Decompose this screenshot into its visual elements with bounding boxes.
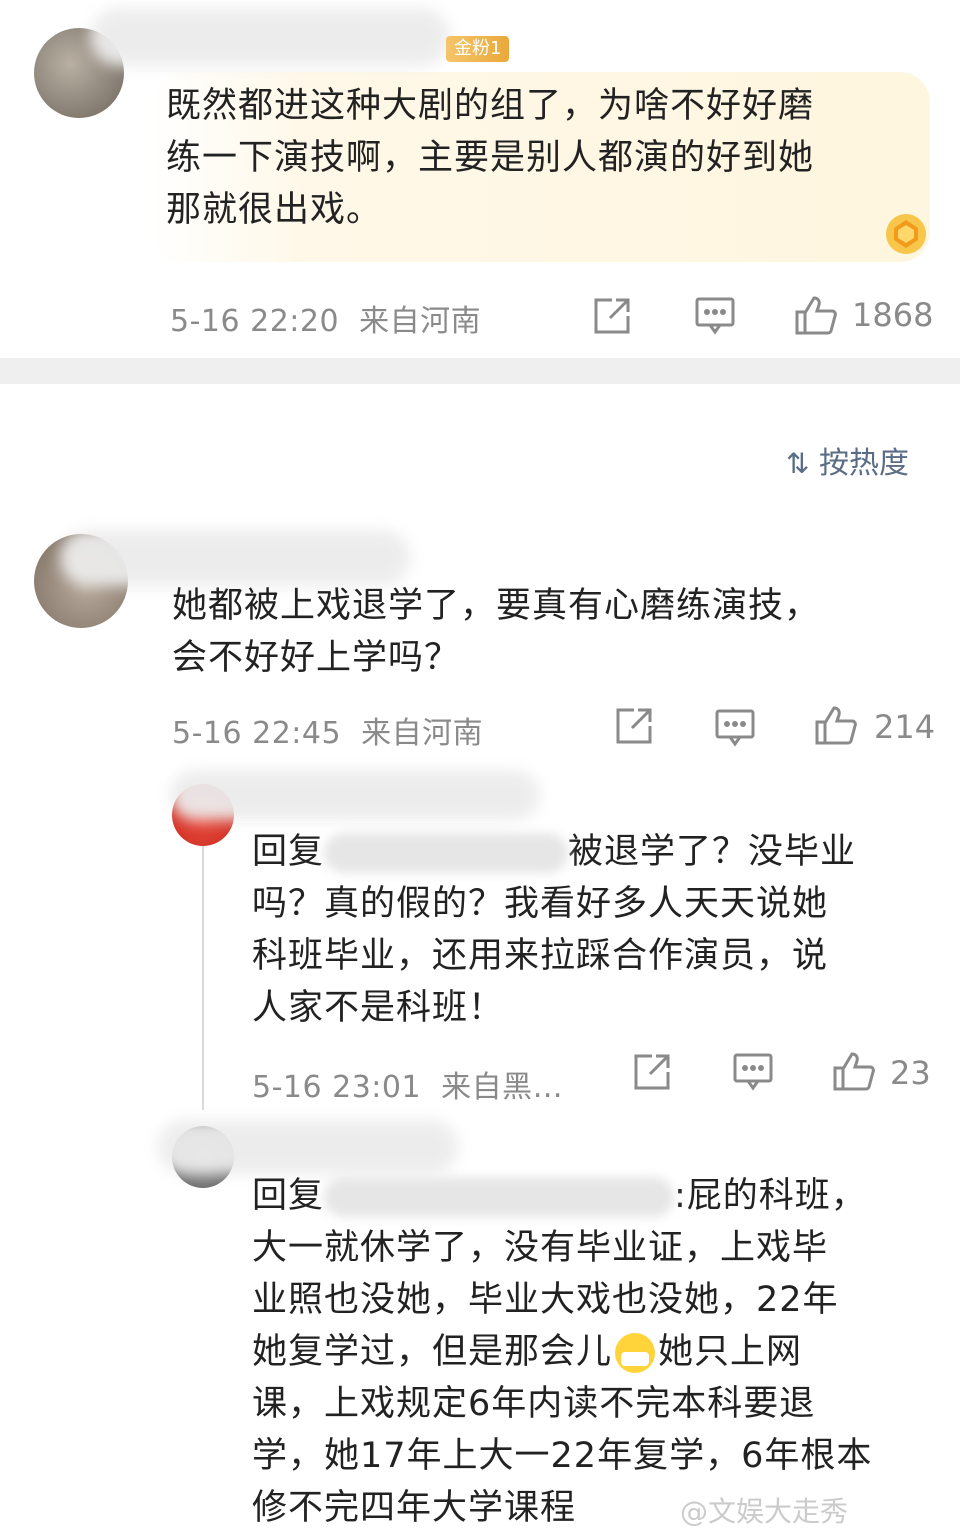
comment-line: 会不好好上学吗？ bbox=[172, 638, 461, 678]
gold-medal-icon bbox=[878, 208, 934, 256]
reply-line-segment: 她复学过，但是那会儿 bbox=[252, 1332, 613, 1372]
blurred-username bbox=[60, 530, 410, 586]
share-icon[interactable] bbox=[592, 296, 632, 336]
blurred-mention[interactable] bbox=[324, 1177, 675, 1217]
like-count: 1868 bbox=[852, 296, 934, 334]
reply-line-text: 吗？真的假的？我看好多人天天说她 bbox=[252, 884, 829, 924]
comment-icon[interactable] bbox=[732, 1052, 774, 1092]
reply-thread-line bbox=[202, 830, 204, 1110]
reply-first-line: 回复 被退学了？没毕业 bbox=[252, 826, 932, 878]
reply-prefix: 回复 bbox=[252, 1176, 325, 1216]
reply-line-text: 大一就休学了，没有毕业证，上戏毕 bbox=[252, 1228, 829, 1268]
timestamp: 5-16 23:01 bbox=[252, 1070, 422, 1105]
sort-button[interactable]: ⇅ 按热度 bbox=[786, 438, 909, 482]
blurred-mention[interactable] bbox=[324, 833, 569, 873]
reply-line-text: 学，她17年上大一22年复学，6年根本 bbox=[252, 1436, 873, 1476]
reply-line-text: 业照也没她，毕业大戏也没她，22年 bbox=[252, 1280, 839, 1320]
reply-line-text: 被退学了？没毕业 bbox=[568, 832, 857, 872]
section-divider bbox=[0, 358, 960, 384]
location: 来自河南 bbox=[361, 716, 484, 751]
comment-icon[interactable] bbox=[694, 296, 736, 336]
location: 来自黑… bbox=[441, 1070, 564, 1105]
reply-line-text: 她复学过，但是那会儿 她只上网 bbox=[252, 1326, 942, 1378]
comment-meta: 5-16 22:20 来自河南 bbox=[170, 296, 481, 340]
reply-line-text: 人家不是科班！ bbox=[252, 988, 505, 1028]
fan-badge: 金粉1 bbox=[446, 36, 510, 62]
blurred-username bbox=[90, 8, 450, 66]
like-icon[interactable] bbox=[832, 1050, 876, 1092]
location: 来自河南 bbox=[359, 304, 482, 339]
share-icon[interactable] bbox=[632, 1052, 672, 1092]
reply-line-segment: 她只上网 bbox=[658, 1332, 803, 1372]
like-icon[interactable] bbox=[814, 704, 858, 746]
comment-line: 她都被上戏退学了，要真有心磨练演技， bbox=[172, 586, 821, 626]
reply-text: 回复 被退学了？没毕业 吗？真的假的？我看好多人天天说她 科班毕业，还用来拉踩合作… bbox=[252, 826, 932, 1034]
reply-meta: 5-16 23:01 来自黑… bbox=[252, 1062, 563, 1106]
reply-text: 回复 :屁的科班， 大一就休学了，没有毕业证，上戏毕 业照也没她，毕业大戏也没她，… bbox=[252, 1170, 942, 1534]
comment-text: 她都被上戏退学了，要真有心磨练演技， 会不好好上学吗？ bbox=[172, 580, 932, 684]
sort-icon: ⇅ bbox=[786, 447, 810, 480]
comment-line: 练一下演技啊，主要是别人都演的好到她 bbox=[166, 138, 815, 178]
reply-first-line: 回复 :屁的科班， bbox=[252, 1170, 942, 1222]
timestamp: 5-16 22:45 bbox=[172, 716, 342, 751]
mask-face-emoji-icon bbox=[615, 1333, 656, 1373]
comment-icon[interactable] bbox=[714, 708, 756, 748]
like-count: 23 bbox=[890, 1054, 931, 1092]
reply-line-text: :屁的科班， bbox=[674, 1176, 867, 1216]
timestamp: 5-16 22:20 bbox=[170, 304, 340, 339]
sort-label: 按热度 bbox=[819, 446, 910, 481]
blurred-username bbox=[170, 770, 540, 820]
comment-meta: 5-16 22:45 来自河南 bbox=[172, 708, 483, 752]
fan-badge-label: 金粉1 bbox=[454, 38, 502, 59]
watermark: @文娱大走秀 bbox=[680, 1495, 849, 1528]
reply-prefix: 回复 bbox=[252, 832, 325, 872]
like-icon[interactable] bbox=[794, 294, 838, 336]
comment-text: 既然都进这种大剧的组了，为啥不好好磨 练一下演技啊，主要是别人都演的好到她 那就… bbox=[166, 80, 926, 236]
reply-line-text: 课，上戏规定6年内读不完本科要退 bbox=[252, 1384, 816, 1424]
blurred-username bbox=[158, 1120, 458, 1174]
comment-line: 既然都进这种大剧的组了，为啥不好好磨 bbox=[166, 86, 815, 126]
reply-line-text: 科班毕业，还用来拉踩合作演员，说 bbox=[252, 936, 829, 976]
comment-line: 那就很出戏。 bbox=[166, 190, 383, 230]
share-icon[interactable] bbox=[614, 706, 654, 746]
like-count: 214 bbox=[874, 708, 936, 746]
